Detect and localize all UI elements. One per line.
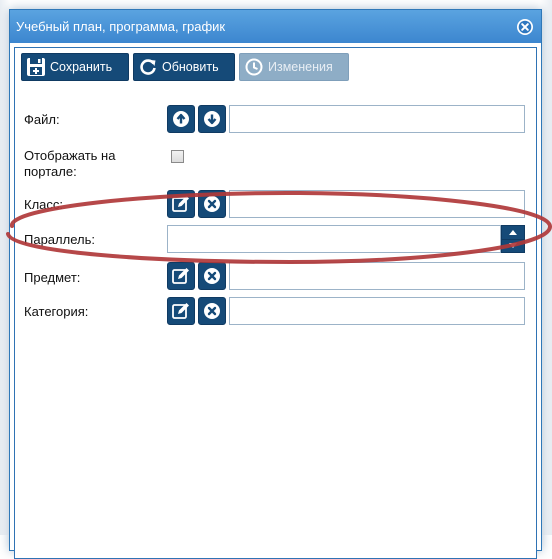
save-icon bbox=[26, 57, 46, 77]
caret-down-icon bbox=[509, 243, 517, 248]
class-edit-button[interactable] bbox=[167, 190, 195, 218]
parallel-spinner bbox=[167, 225, 525, 253]
edit-icon bbox=[172, 196, 189, 212]
save-button-label: Сохранить bbox=[50, 60, 113, 74]
show-on-portal-label-line1: Отображать на bbox=[24, 148, 116, 163]
file-input[interactable] bbox=[229, 105, 525, 133]
clear-icon bbox=[204, 196, 220, 212]
show-on-portal-label-line2: портале: bbox=[24, 164, 77, 179]
download-button[interactable] bbox=[198, 105, 226, 133]
spin-up-button[interactable] bbox=[502, 226, 524, 240]
upload-icon bbox=[173, 111, 189, 127]
parallel-label: Параллель: bbox=[24, 232, 95, 247]
refresh-icon bbox=[138, 57, 158, 77]
changes-button-label: Изменения bbox=[268, 60, 333, 74]
dialog-title: Учебный план, программа, график bbox=[16, 19, 226, 34]
category-input[interactable] bbox=[229, 297, 525, 325]
history-icon bbox=[244, 57, 264, 77]
edit-icon bbox=[172, 268, 189, 284]
subject-label: Предмет: bbox=[24, 270, 81, 285]
subject-edit-button[interactable] bbox=[167, 262, 195, 290]
refresh-button-label: Обновить bbox=[162, 60, 219, 74]
category-clear-button[interactable] bbox=[198, 297, 226, 325]
category-edit-button[interactable] bbox=[167, 297, 195, 325]
close-icon[interactable] bbox=[516, 18, 534, 36]
caret-up-icon bbox=[509, 230, 517, 235]
show-on-portal-checkbox[interactable] bbox=[171, 150, 184, 163]
clear-icon bbox=[204, 303, 220, 319]
dialog-window: Учебный план, программа, график Сохранит… bbox=[9, 9, 542, 559]
parallel-input[interactable] bbox=[167, 225, 501, 253]
spin-down-button[interactable] bbox=[502, 239, 524, 252]
refresh-button[interactable]: Обновить bbox=[133, 53, 235, 81]
upload-button[interactable] bbox=[167, 105, 195, 133]
category-label: Категория: bbox=[24, 304, 89, 319]
class-clear-button[interactable] bbox=[198, 190, 226, 218]
clear-icon bbox=[204, 268, 220, 284]
changes-button[interactable]: Изменения bbox=[239, 53, 349, 81]
class-label: Класс: bbox=[24, 197, 63, 212]
class-input[interactable] bbox=[229, 190, 525, 218]
edit-icon bbox=[172, 303, 189, 319]
dialog-content: Сохранить Обновить Изменения Файл: Отобр… bbox=[14, 47, 537, 559]
dialog-titlebar[interactable]: Учебный план, программа, график bbox=[10, 10, 541, 43]
download-icon bbox=[204, 111, 220, 127]
save-button[interactable]: Сохранить bbox=[21, 53, 129, 81]
subject-input[interactable] bbox=[229, 262, 525, 290]
parallel-spin-buttons bbox=[501, 225, 525, 253]
subject-clear-button[interactable] bbox=[198, 262, 226, 290]
file-label: Файл: bbox=[24, 112, 60, 127]
